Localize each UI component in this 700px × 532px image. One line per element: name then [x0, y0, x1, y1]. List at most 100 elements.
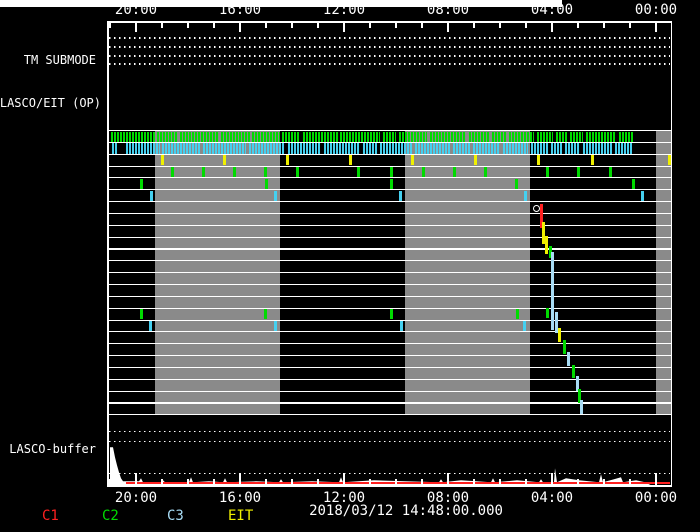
right-axis-line [670, 21, 672, 486]
telemetry-stripe-segment [180, 131, 218, 142]
telemetry-stripe-segment [469, 131, 489, 142]
telemetry-stripe-segment [383, 131, 396, 142]
os-event-mark [140, 309, 143, 320]
minor-tick-bottom [265, 478, 267, 486]
minor-tick-top [291, 23, 293, 28]
os-event-mark [202, 167, 205, 178]
lasco-buffer-label: LASCO-buffer [9, 442, 96, 456]
lasco-eit-op-label: LASCO/EIT (OP) [0, 96, 101, 110]
os-event-mark [484, 167, 487, 178]
telemetry-stripe-segment [380, 143, 412, 154]
major-tick-bottom [447, 472, 449, 486]
row-separator [108, 283, 671, 286]
legend-item-eit: EIT [228, 508, 254, 524]
telemetry-stripe-segment [570, 131, 583, 142]
os-event-mark [515, 178, 518, 190]
os-event-mark [524, 190, 527, 202]
minor-tick-bottom [317, 478, 319, 486]
datetime-label: 2018/03/12 14:48:00.000 [309, 503, 503, 519]
row-separator [108, 153, 671, 155]
major-tick-top [239, 23, 241, 32]
telemetry-stripe-segment [203, 143, 246, 154]
minor-tick-bottom [213, 478, 215, 486]
telemetry-stripe-segment [288, 143, 321, 154]
time-tick-label-bottom: 04:00 [530, 490, 574, 506]
os-event-mark [390, 167, 393, 178]
telemetry-stripe-segment [531, 143, 548, 154]
row-separator [108, 189, 671, 191]
minor-tick-bottom [161, 478, 163, 486]
minor-tick-top [629, 23, 631, 28]
telemetry-stripe-segment [112, 143, 117, 154]
minor-tick-bottom [395, 478, 397, 486]
minor-tick-top [395, 23, 397, 28]
os-event-mark [274, 190, 277, 202]
os-event-mark [523, 321, 526, 332]
cascade-mark [558, 328, 561, 342]
minor-tick-top [499, 23, 501, 28]
major-tick-bottom [655, 472, 657, 486]
minor-tick-bottom [421, 478, 423, 486]
minor-tick-top [525, 23, 527, 28]
time-tick-label-bottom: 00:00 [634, 490, 678, 506]
minor-tick-top [265, 23, 267, 28]
row-separator [108, 224, 671, 226]
minor-tick-top [213, 23, 215, 28]
telemetry-stripe-segment [551, 143, 562, 154]
minor-tick-bottom [603, 478, 605, 486]
telemetry-stripe-segment [303, 131, 338, 142]
minor-tick-bottom [291, 478, 293, 486]
lasco-timeline-screen: TM SUBMODE LASCO/EIT (OP) LASCO-buffer 2… [0, 0, 700, 532]
legend: C1 C2 C3 EIT [0, 508, 300, 526]
minor-tick-bottom [473, 478, 475, 486]
telemetry-stripe-segment [537, 131, 553, 142]
tm-submode-label: TM SUBMODE [23, 53, 96, 67]
os-event-mark [577, 167, 580, 178]
tm-submode-panel: 54321 [0, 0, 670, 65]
cascade-mark [572, 365, 575, 378]
telemetry-stripe-segment [415, 143, 450, 154]
telemetry-stripe-segment [111, 131, 155, 142]
minor-tick-top [421, 23, 423, 28]
os-event-mark [264, 167, 267, 178]
major-tick-top [135, 23, 137, 32]
row-separator [108, 331, 671, 333]
tm-gridline [109, 63, 670, 65]
row-separator [108, 236, 671, 238]
legend-item-c2: C2 [102, 508, 119, 524]
row-separator [108, 355, 671, 357]
os-event-mark [632, 178, 635, 190]
cascade-mark [546, 308, 549, 318]
os-event-mark [357, 167, 360, 178]
legend-item-c3: C3 [167, 508, 184, 524]
os-event-mark [411, 155, 414, 166]
time-tick-label-bottom: 20:00 [114, 490, 158, 506]
telemetry-stripe-segment [324, 143, 360, 154]
event-circle-marker [533, 204, 540, 212]
minor-tick-bottom [369, 478, 371, 486]
cascade-mark [580, 400, 583, 414]
row-separator [108, 260, 671, 262]
telemetry-stripe-segment [249, 143, 285, 154]
os-event-mark [591, 155, 594, 166]
row-separator [108, 378, 671, 380]
row-separator [108, 390, 671, 392]
row-separator [108, 212, 671, 215]
os-event-mark [233, 167, 236, 178]
os-event-mark [422, 167, 425, 178]
telemetry-stripe-segment [492, 131, 507, 142]
minor-tick-bottom [109, 478, 111, 486]
row-separator [108, 201, 671, 203]
major-tick-top [551, 23, 553, 32]
row-separator [108, 366, 671, 368]
os-event-mark [149, 321, 152, 332]
minor-tick-top [187, 23, 189, 28]
telemetry-stripe-segment [583, 143, 612, 154]
minor-tick-top [473, 23, 475, 28]
os-event-mark [296, 167, 299, 178]
os-event-mark [274, 321, 277, 332]
os-event-mark [223, 155, 226, 166]
cascade-mark [567, 352, 570, 366]
os-event-mark [399, 190, 402, 202]
telemetry-stripe-segment [126, 143, 160, 154]
